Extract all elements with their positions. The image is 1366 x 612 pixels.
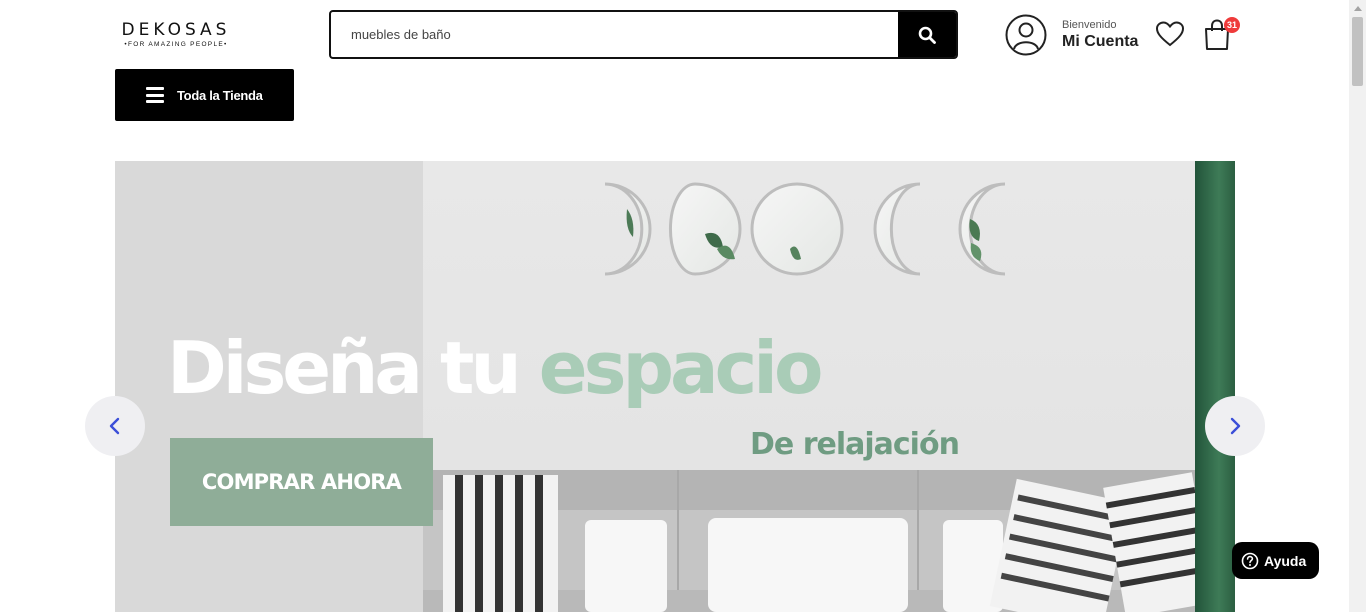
my-account-link[interactable]: Mi Cuenta: [1062, 33, 1138, 51]
help-label: Ayuda: [1264, 552, 1307, 569]
moon-phase-mirrors: [604, 182, 1006, 276]
banner-green-curtain: [1195, 161, 1235, 612]
chevron-right-icon: [1230, 417, 1241, 435]
banner-headline-accent: espacio: [538, 326, 824, 410]
page-scrollbar[interactable]: [1349, 0, 1366, 612]
banner-headline: Diseña tu espacio: [167, 323, 824, 413]
hamburger-menu-icon: [146, 87, 164, 103]
chevron-left-icon: [109, 417, 120, 435]
search-icon: [918, 26, 936, 44]
help-button[interactable]: Ayuda: [1232, 542, 1319, 579]
slider-next-button[interactable]: [1205, 396, 1265, 456]
user-circle-icon[interactable]: [1005, 14, 1047, 56]
all-store-label: Toda la Tienda: [177, 87, 263, 103]
banner-subline: De relajación: [750, 427, 960, 462]
search-input[interactable]: [331, 12, 901, 57]
question-circle-icon: [1241, 552, 1259, 569]
banner-headline-main: Diseña tu: [167, 326, 539, 410]
sofa-illustration: [423, 470, 1195, 612]
page: DEKOSAS •FOR AMAZING PEOPLE• Bienvenido …: [0, 0, 1366, 612]
scroll-up-arrow-icon[interactable]: [1349, 0, 1366, 17]
scrollbar-thumb[interactable]: [1352, 17, 1363, 86]
slider-prev-button[interactable]: [85, 396, 145, 456]
cart-count-badge: 31: [1224, 17, 1240, 33]
logo-wordmark: DEKOSAS: [121, 20, 231, 40]
logo-tagline: •FOR AMAZING PEOPLE•: [124, 41, 228, 48]
search-bar: [329, 10, 958, 59]
account-welcome-text: Bienvenido: [1062, 19, 1117, 31]
heart-icon[interactable]: [1155, 20, 1185, 48]
shop-now-button[interactable]: COMPRAR AHORA: [170, 438, 433, 526]
search-button[interactable]: [898, 12, 956, 57]
hero-banner[interactable]: Diseña tu espacio De relajación COMPRAR …: [115, 161, 1235, 612]
logo[interactable]: DEKOSAS •FOR AMAZING PEOPLE•: [119, 20, 233, 49]
all-store-button[interactable]: Toda la Tienda: [115, 69, 294, 121]
cart-button[interactable]: 31: [1202, 16, 1242, 52]
